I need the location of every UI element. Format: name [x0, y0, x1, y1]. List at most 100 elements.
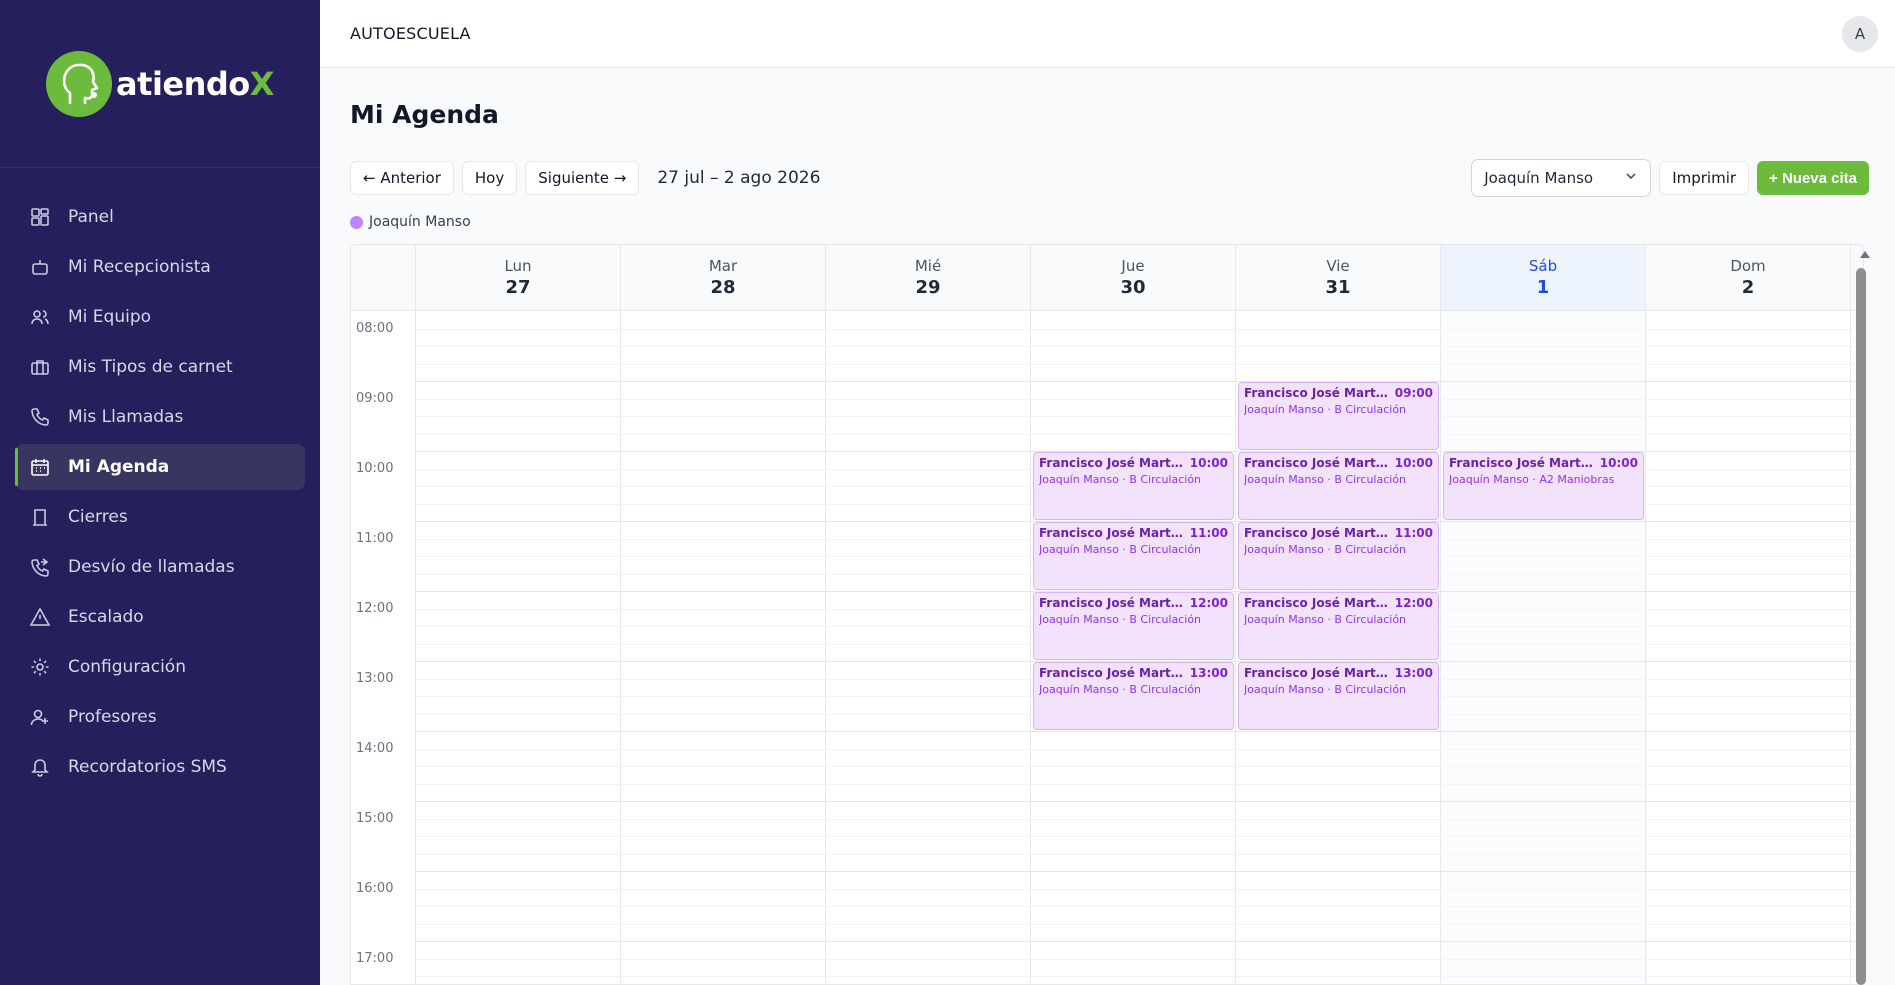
day-column[interactable] [621, 311, 826, 984]
brand-name-main: atiendo [116, 64, 250, 103]
hour-label: 08:00 [356, 321, 394, 336]
event-header: Francisco José Martínez 13:00 [1039, 666, 1228, 680]
sidebar-item-desvio-de-llamadas[interactable]: Desvío de llamadas [15, 544, 305, 590]
appointment-event[interactable]: Francisco José Martínez 12:00 Joaquín Mans… [1033, 592, 1234, 660]
content: Mi Agenda ← Anterior Hoy Siguiente → 27 … [320, 100, 1895, 231]
event-student-name: Francisco José Martínez [1039, 526, 1184, 540]
appointment-event[interactable]: Francisco José Martínez 10:00 Joaquín Mans… [1238, 452, 1439, 520]
app-root: atiendoX Panel Mi Recepcionista Mi Equip… [0, 0, 1895, 985]
event-details: Joaquín Manso · B Circulación [1244, 403, 1407, 416]
action-controls: Joaquín Manso Imprimir + Nueva cita [1471, 159, 1869, 197]
day-name: Lun [504, 257, 532, 275]
sidebar-item-configuracion[interactable]: Configuración [15, 644, 305, 690]
day-name: Mié [914, 257, 942, 275]
sidebar-item-mis-llamadas[interactable]: Mis Llamadas [15, 394, 305, 440]
appointment-event[interactable]: Francisco José Martínez 11:00 Joaquín Mans… [1033, 522, 1234, 590]
day-name: Vie [1326, 257, 1350, 275]
topbar: AUTOESCUELA A [320, 0, 1895, 68]
event-time: 12:00 [1394, 596, 1433, 610]
day-number: 27 [505, 277, 531, 298]
appointment-event[interactable]: Francisco José Martínez 13:00 Joaquín Mans… [1238, 662, 1439, 730]
day-header-jue[interactable]: Jue 30 [1031, 245, 1236, 310]
brand-logo[interactable]: atiendoX [46, 50, 274, 117]
quarter-line [416, 433, 1863, 435]
appointment-event[interactable]: Francisco José Martínez 10:00 Joaquín Mans… [1033, 452, 1234, 520]
sidebar-item-label: Profesores [68, 707, 157, 727]
event-time: 11:00 [1394, 526, 1433, 540]
quarter-line [416, 818, 1863, 820]
sidebar-item-escalado[interactable]: Escalado [15, 594, 305, 640]
appointment-event[interactable]: Francisco José Martínez 10:00 Joaquín Mans… [1443, 452, 1644, 520]
print-button[interactable]: Imprimir [1659, 161, 1750, 195]
quarter-line [416, 888, 1863, 890]
day-header-vie[interactable]: Vie 31 [1236, 245, 1441, 310]
scroll-up-arrow-icon[interactable] [1860, 251, 1870, 258]
sidebar-item-mi-agenda[interactable]: Mi Agenda [15, 444, 305, 490]
appointment-event[interactable]: Francisco José Martínez 09:00 Joaquín Mans… [1238, 382, 1439, 450]
hour-label: 15:00 [356, 811, 394, 826]
event-details: Joaquín Manso · B Circulación [1244, 473, 1407, 486]
day-column[interactable] [826, 311, 1031, 984]
agenda-toolbar: ← Anterior Hoy Siguiente → 27 jul – 2 ag… [350, 159, 1869, 197]
sidebar-item-profesores[interactable]: Profesores [15, 694, 305, 740]
quarter-line [416, 363, 1863, 365]
today-button[interactable]: Hoy [461, 161, 518, 195]
sidebar-item-cierres[interactable]: Cierres [15, 494, 305, 540]
next-week-button[interactable]: Siguiente → [525, 161, 640, 195]
hour-label: 11:00 [356, 531, 394, 546]
quarter-line [416, 328, 1863, 330]
event-time: 13:00 [1189, 666, 1228, 680]
new-appointment-button[interactable]: + Nueva cita [1757, 161, 1869, 195]
day-header-sab[interactable]: Sáb 1 [1441, 245, 1646, 310]
quarter-line [416, 416, 1863, 417]
event-details: Joaquín Manso · B Circulación [1039, 543, 1202, 556]
day-name: Sáb [1528, 257, 1558, 275]
day-header-mie[interactable]: Mié 29 [826, 245, 1031, 310]
event-header: Francisco José Martínez 09:00 [1244, 386, 1433, 400]
appointment-event[interactable]: Francisco José Martínez 12:00 Joaquín Mans… [1238, 592, 1439, 660]
sidebar-item-mi-equipo[interactable]: Mi Equipo [15, 294, 305, 340]
day-header-lun[interactable]: Lun 27 [416, 245, 621, 310]
hour-label: 10:00 [356, 461, 394, 476]
day-column[interactable] [416, 311, 621, 984]
day-header-mar[interactable]: Mar 28 [621, 245, 826, 310]
day-column[interactable] [1646, 311, 1851, 984]
appointment-event[interactable]: Francisco José Martínez 13:00 Joaquín Mans… [1033, 662, 1234, 730]
day-column[interactable] [1441, 311, 1646, 984]
teacher-select[interactable]: Joaquín Manso [1471, 159, 1652, 197]
hour-line [416, 731, 1863, 732]
day-name: Jue [1121, 257, 1145, 275]
appointment-event[interactable]: Francisco José Martínez 11:00 Joaquín Mans… [1238, 522, 1439, 590]
event-details: Joaquín Manso · B Circulación [1039, 473, 1202, 486]
sidebar-item-label: Mi Recepcionista [68, 257, 211, 277]
page-title: Mi Agenda [350, 100, 499, 129]
event-time: 10:00 [1599, 456, 1638, 470]
scrollbar-thumb[interactable] [1856, 268, 1866, 985]
sidebar-item-recordatorios-sms[interactable]: Recordatorios SMS [15, 744, 305, 790]
calendar-body[interactable]: 08:00 09:00 10:00 11:00 12:00 13:00 14:00 15:00… [351, 311, 1863, 984]
event-student-name: Francisco José Martínez [1244, 386, 1389, 400]
sidebar-item-panel[interactable]: Panel [15, 194, 305, 240]
sidebar-item-mis-tipos-de-carnet[interactable]: Mis Tipos de carnet [15, 344, 305, 390]
sidebar-item-label: Desvío de llamadas [68, 557, 235, 577]
user-avatar[interactable]: A [1842, 15, 1878, 52]
hour-line [416, 941, 1863, 942]
sidebar-item-mi-recepcionista[interactable]: Mi Recepcionista [15, 244, 305, 290]
teacher-select-value: Joaquín Manso [1484, 169, 1594, 187]
dashboard-icon [30, 207, 50, 227]
event-time: 10:00 [1394, 456, 1433, 470]
event-header: Francisco José Martínez 11:00 [1039, 526, 1228, 540]
event-student-name: Francisco José Martínez [1244, 596, 1389, 610]
head-logo-icon [46, 50, 113, 117]
event-details: Joaquín Manso · B Circulación [1244, 613, 1407, 626]
day-header-dom[interactable]: Dom 2 [1646, 245, 1851, 310]
hour-line [416, 381, 1863, 382]
hour-line [416, 801, 1863, 802]
calendar-header: Lun 27 Mar 28 Mié 29 Jue 30 Vie 31 Sáb 1 Dom 2 [351, 245, 1863, 311]
event-time: 13:00 [1394, 666, 1433, 680]
event-time: 10:00 [1189, 456, 1228, 470]
previous-week-button[interactable]: ← Anterior [350, 161, 454, 195]
sidebar-nav: Panel Mi Recepcionista Mi Equipo Mis Tip… [0, 168, 320, 790]
quarter-line [416, 958, 1863, 960]
event-student-name: Francisco José Martínez [1449, 456, 1594, 470]
